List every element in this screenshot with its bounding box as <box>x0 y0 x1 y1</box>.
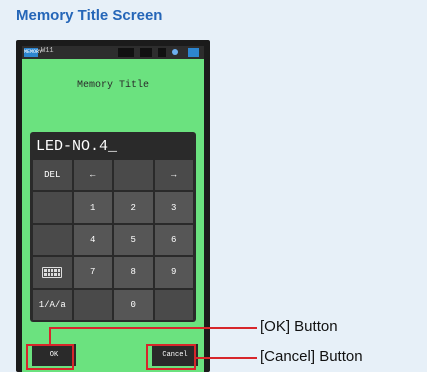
battery-icon <box>188 48 199 57</box>
screen-title: Memory Title <box>76 80 149 91</box>
ok-highlight-box <box>26 344 74 370</box>
title-entry-field[interactable]: LED-NO.4_ <box>34 136 194 158</box>
cursor-left-key[interactable]: ← <box>73 160 112 191</box>
blank-key <box>154 289 193 320</box>
device-screen: MEMORY W11 Memory Title LED-NO.4_ DEL ← … <box>22 46 204 372</box>
cancel-callout-label: [Cancel] Button <box>260 348 363 365</box>
ok-leader-line <box>49 327 257 329</box>
keyboard-icon <box>42 266 63 278</box>
device-frame: MEMORY W11 Memory Title LED-NO.4_ DEL ← … <box>16 40 210 372</box>
keypad-grid: DEL ← → 1 2 3 4 5 6 7 8 9 1/A/a 0 <box>33 160 193 320</box>
key-5[interactable]: 5 <box>114 224 153 256</box>
ok-leader-line <box>49 327 51 344</box>
keyboard-key[interactable] <box>33 257 72 288</box>
ok-callout-label: [OK] Button <box>260 318 338 335</box>
delete-key[interactable]: DEL <box>33 160 72 191</box>
key-3[interactable]: 3 <box>154 192 193 223</box>
title-keypad: LED-NO.4_ DEL ← → 1 2 3 4 5 6 7 8 9 1/A/… <box>30 132 196 322</box>
status-block-icon <box>118 48 134 57</box>
key-0[interactable]: 0 <box>114 289 153 320</box>
blank-key <box>33 192 72 223</box>
blank-key <box>114 160 153 191</box>
key-2[interactable]: 2 <box>114 192 153 223</box>
status-block-icon <box>140 48 152 57</box>
cursor-right-key[interactable]: → <box>154 160 193 191</box>
status-bar: MEMORY W11 <box>22 46 204 59</box>
key-4[interactable]: 4 <box>73 224 112 256</box>
page-title: Memory Title Screen <box>16 7 163 24</box>
blank-key <box>73 289 112 320</box>
blank-key <box>33 224 72 256</box>
cancel-highlight-box <box>146 344 196 370</box>
input-mode-key[interactable]: 1/A/a <box>33 289 72 320</box>
key-6[interactable]: 6 <box>154 224 193 256</box>
status-text: W11 <box>41 47 54 55</box>
bluetooth-icon <box>172 49 178 55</box>
key-9[interactable]: 9 <box>154 257 193 288</box>
key-8[interactable]: 8 <box>114 257 153 288</box>
key-7[interactable]: 7 <box>73 257 112 288</box>
memory-badge: MEMORY <box>24 48 43 57</box>
key-1[interactable]: 1 <box>73 192 112 223</box>
status-block-icon <box>158 48 166 57</box>
cancel-leader-line <box>196 357 257 359</box>
